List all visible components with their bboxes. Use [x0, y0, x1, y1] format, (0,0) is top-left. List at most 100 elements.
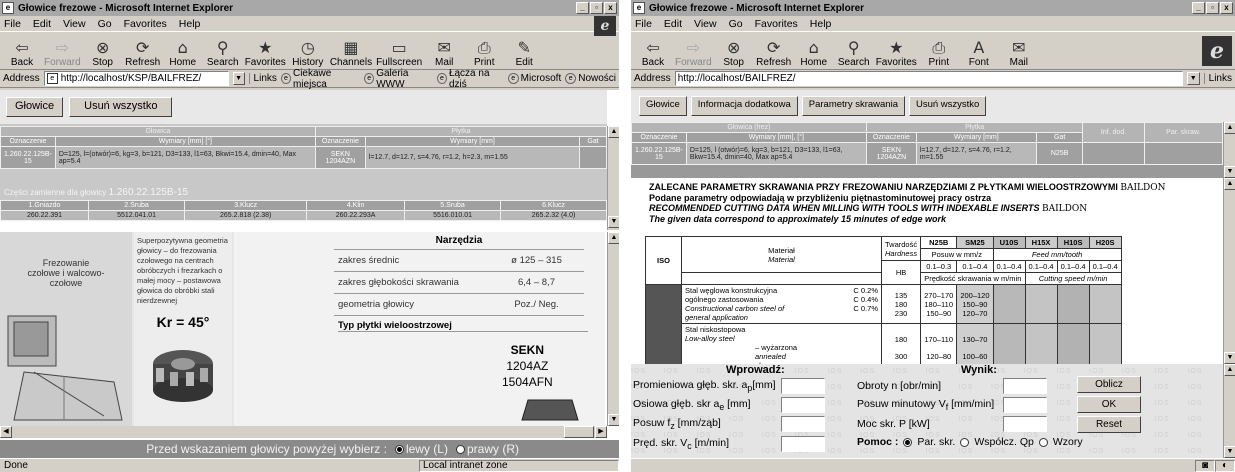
radio-right[interactable]: prawy (R)	[454, 442, 519, 456]
close-button[interactable]: x	[1220, 2, 1233, 14]
cutting-data-scrollbar[interactable]: ▲ ▼	[1223, 178, 1235, 364]
scroll-up-button[interactable]: ▲	[1224, 364, 1235, 376]
parametry-skrawania-button[interactable]: Parametry skrawania	[801, 96, 905, 116]
scroll-track[interactable]	[1224, 134, 1235, 166]
refresh-button[interactable]: ⟳ Refresh	[125, 39, 161, 69]
scroll-thumb[interactable]	[563, 426, 594, 438]
scroll-down-button[interactable]: ▼	[1224, 446, 1235, 458]
reset-button[interactable]: Reset	[1077, 416, 1141, 433]
menu-edit[interactable]: Edit	[33, 18, 51, 30]
radio-left-indicator[interactable]	[394, 445, 404, 455]
menu-favorites[interactable]: Favorites	[755, 18, 798, 30]
edit-button[interactable]: ✎ Edit	[506, 39, 542, 69]
scroll-track[interactable]	[608, 138, 619, 216]
scroll-track[interactable]	[608, 244, 619, 414]
scroll-down-button[interactable]: ▼	[608, 216, 619, 228]
radio-right-indicator[interactable]	[455, 445, 465, 455]
top-frame-scrollbar[interactable]: ▲ ▼	[607, 126, 619, 230]
scroll-up-button[interactable]: ▲	[1224, 178, 1235, 190]
scroll-up-button[interactable]: ▲	[608, 232, 619, 244]
link-lacza-na-dzis[interactable]: e Łącza na dziś	[436, 68, 504, 90]
radio-left[interactable]: lewy (L)	[393, 442, 448, 456]
scroll-track[interactable]	[1224, 376, 1235, 446]
top-frame-scrollbar[interactable]: ▲ ▼	[1223, 122, 1235, 178]
history-button[interactable]: ◷ History	[290, 39, 326, 69]
table-cell[interactable]: 1.260.22.125B-15	[0, 146, 56, 169]
maximize-button[interactable]: ▫	[590, 2, 603, 14]
back-button[interactable]: ⇦ Back	[4, 39, 40, 69]
minimize-button[interactable]: _	[1192, 2, 1205, 14]
informacja-dodatkowa-button[interactable]: Informacja dodatkowa	[690, 96, 798, 116]
stop-button[interactable]: ⊗ Stop	[716, 39, 752, 69]
forward-button[interactable]: ⇨ Forward	[44, 39, 81, 69]
menu-help[interactable]: Help	[810, 18, 832, 30]
link-microsoft[interactable]: e Microsoft	[507, 73, 561, 84]
scroll-right-button[interactable]: ▶	[595, 426, 607, 438]
menu-go[interactable]: Go	[98, 18, 112, 30]
feed-per-tooth-input[interactable]	[781, 416, 825, 432]
menu-favorites[interactable]: Favorites	[124, 18, 167, 30]
close-button[interactable]: x	[604, 2, 617, 14]
link-galeria-www[interactable]: e Galeria WWW	[364, 68, 433, 90]
scroll-left-button[interactable]: ◀	[0, 426, 12, 438]
back-button[interactable]: ⇦ Back	[635, 39, 671, 69]
glowice-button[interactable]: Głowice	[639, 96, 687, 116]
scroll-down-button[interactable]: ▼	[608, 414, 619, 426]
radial-depth-input[interactable]	[781, 378, 825, 394]
home-button[interactable]: ⌂ Home	[796, 39, 832, 69]
table-cell[interactable]	[1143, 142, 1223, 165]
maximize-button[interactable]: ▫	[1206, 2, 1219, 14]
stop-button[interactable]: ⊗ Stop	[85, 39, 121, 69]
help-radio-coefficient[interactable]	[960, 437, 970, 447]
links-label[interactable]: Links	[1203, 73, 1232, 84]
address-input[interactable]: http://localhost/BAILFREZ/	[674, 71, 1183, 86]
menu-file[interactable]: File	[635, 18, 652, 30]
mail-button[interactable]: ✉ Mail	[426, 39, 462, 69]
address-input[interactable]: e http://localhost/KSP/BAILFREZ/	[43, 71, 229, 86]
scroll-track[interactable]	[1224, 190, 1235, 352]
font-button[interactable]: A Font	[961, 39, 997, 69]
calculator-scrollbar[interactable]: ▲ ▼	[1223, 364, 1235, 458]
menu-help[interactable]: Help	[179, 18, 201, 30]
refresh-button[interactable]: ⟳ Refresh	[756, 39, 792, 69]
favorites-button[interactable]: ★ Favorites	[245, 39, 286, 69]
help-radio-parameters[interactable]	[903, 437, 913, 447]
usun-wszystko-button[interactable]: Usuń wszystko	[69, 97, 173, 117]
address-dropdown-button[interactable]: ▼	[1186, 72, 1200, 85]
scroll-down-button[interactable]: ▼	[1224, 166, 1235, 178]
menu-edit[interactable]: Edit	[664, 18, 682, 30]
address-dropdown-button[interactable]: ▼	[232, 72, 245, 85]
home-button[interactable]: ⌂ Home	[165, 39, 201, 69]
mail-button[interactable]: ✉ Mail	[1001, 39, 1037, 69]
ok-button[interactable]: OK	[1077, 396, 1141, 413]
link-ciekawe-miejsca[interactable]: e Ciekawe miejsca	[280, 68, 360, 90]
menu-go[interactable]: Go	[729, 18, 743, 30]
menu-file[interactable]: File	[4, 18, 21, 30]
scroll-down-button[interactable]: ▼	[1224, 352, 1235, 364]
minimize-button[interactable]: _	[576, 2, 589, 14]
scroll-up-button[interactable]: ▲	[608, 126, 619, 138]
cutting-speed-input[interactable]	[781, 436, 825, 452]
horizontal-scrollbar[interactable]: ◀ ▶	[0, 426, 607, 438]
calculate-button[interactable]: Oblicz	[1077, 376, 1141, 393]
table-cell[interactable]	[1082, 142, 1145, 165]
usun-wszystko-button[interactable]: Usuń wszystko	[908, 96, 987, 116]
help-radio-formulas[interactable]	[1038, 437, 1048, 447]
favorites-button[interactable]: ★ Favorites	[876, 39, 917, 69]
menu-view[interactable]: View	[694, 18, 717, 30]
search-button[interactable]: ⚲ Search	[836, 39, 872, 69]
forward-button[interactable]: ⇨ Forward	[675, 39, 712, 69]
link-nowosci[interactable]: e Nowości	[565, 73, 616, 84]
axial-depth-input[interactable]	[781, 397, 825, 413]
scroll-up-button[interactable]: ▲	[1224, 122, 1235, 134]
catalog-scrollbar[interactable]: ▲ ▼	[607, 232, 619, 426]
print-button[interactable]: ⎙ Print	[921, 39, 957, 69]
channels-button[interactable]: ▦ Channels	[330, 39, 372, 69]
menu-view[interactable]: View	[63, 18, 86, 30]
links-label[interactable]: Links	[248, 73, 277, 84]
fullscreen-button[interactable]: ▭ Fullscreen	[376, 39, 422, 69]
search-button[interactable]: ⚲ Search	[205, 39, 241, 69]
table-cell[interactable]: 1.260.22.125B-15	[631, 142, 687, 165]
print-button[interactable]: ⎙ Print	[466, 39, 502, 69]
glowice-button[interactable]: Głowice	[6, 97, 64, 117]
